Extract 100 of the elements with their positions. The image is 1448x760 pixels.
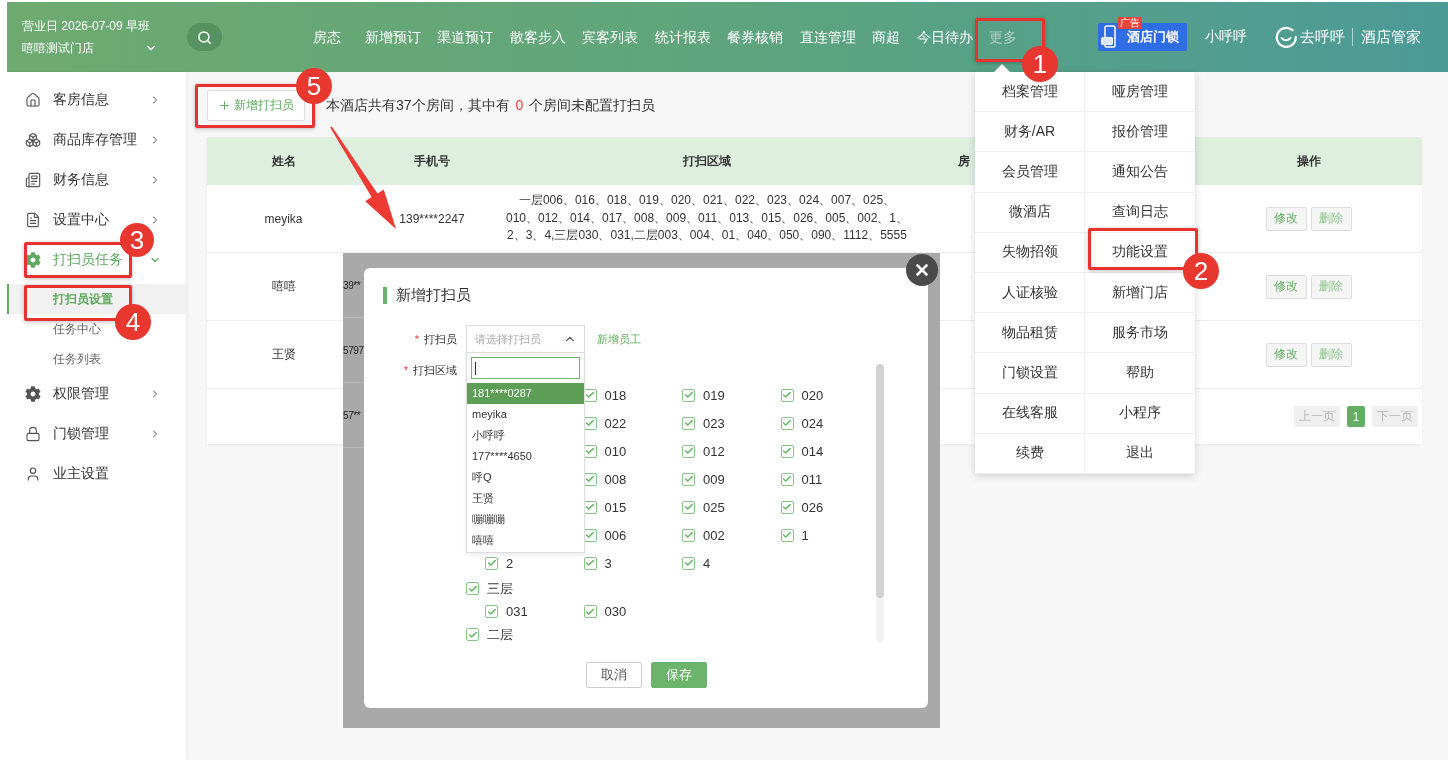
room-label: 011 [801,471,823,487]
sidebar-item[interactable]: 门锁管理 [25,424,109,444]
ad-tag: 广告 [1118,17,1142,29]
dropdown-option[interactable]: 呼Q [467,467,584,488]
checkbox[interactable] [682,528,695,542]
faded-cell-text: 5797 [343,344,364,356]
checkbox[interactable] [682,472,695,486]
cleaner-select[interactable]: 请选择打扫员 [466,325,585,353]
menu-item[interactable]: 服务市场 [1112,323,1168,342]
menu-item[interactable]: 退出 [1126,444,1154,463]
menu-item[interactable]: 在线客服 [1001,404,1058,423]
room-label: 022 [604,415,627,431]
checkbox[interactable] [780,444,794,458]
gear-icon [25,252,41,268]
menu-item[interactable]: 档案管理 [1001,82,1058,101]
menu-item[interactable]: 失物招领 [1001,243,1058,262]
plus-icon [218,99,231,112]
dropdown-option[interactable]: 嘻嘻 [467,530,584,551]
faded-cell-text: 39** [343,279,361,291]
checkbox[interactable] [583,605,597,618]
business-day-text: 营业日 2026-07-09 早班 [22,19,152,33]
menu-item[interactable]: 微酒店 [1008,203,1051,222]
column-header: 打扫区域 [683,152,731,170]
menu-item[interactable]: 功能设置 [1112,243,1168,262]
room-label: 1 [801,527,809,543]
menu-item[interactable]: 报价管理 [1112,122,1168,141]
room-label: 025 [703,499,725,515]
column-header: 手机号 [414,152,450,170]
checkbox[interactable] [682,556,695,570]
column-header: 房 [958,152,970,170]
checkbox[interactable] [485,556,498,570]
search-icon [197,29,212,45]
close-icon [913,261,931,279]
gear-icon [25,386,41,402]
checkbox[interactable] [780,500,794,514]
column-header: 姓名 [271,152,296,170]
staff-name: 嘻嘻 [271,278,296,295]
checkbox[interactable] [780,472,794,486]
dropdown-option[interactable]: meyika [467,404,584,425]
menu-item[interactable]: 新增门店 [1112,283,1168,302]
menu-item[interactable]: 物品租赁 [1001,323,1058,342]
floor-label: 三层 [487,579,513,598]
faded-cell-text: 57** [343,409,361,421]
dropdown-option[interactable]: 嘣嘣嘣 [467,509,584,530]
checkbox[interactable] [583,556,597,570]
checkbox[interactable] [682,388,695,402]
checkbox[interactable] [466,628,479,641]
checkbox[interactable] [485,605,498,618]
dropdown-option[interactable]: 小呼呼 [467,425,584,446]
room-label: 024 [801,415,824,431]
menu-item[interactable]: 续费 [1015,444,1044,463]
brand-product: 酒店管家 [1361,27,1421,47]
room-label: 030 [604,604,627,619]
checkbox[interactable] [682,444,695,458]
brand-name: 去呼呼 [1300,27,1345,47]
sidebar-item[interactable]: 权限管理 [25,384,109,404]
menu-item[interactable]: 帮助 [1126,363,1154,382]
menu-item[interactable]: 通知公告 [1112,162,1168,181]
sidebar-item[interactable]: 业主设置 [25,464,109,484]
checkbox[interactable] [682,416,695,430]
sidebar-item[interactable]: 财务信息 [25,170,109,190]
smile-logo-icon [1275,26,1297,48]
menu-item[interactable]: 人证核验 [1001,283,1058,302]
menu-item[interactable]: 哑房管理 [1112,82,1168,101]
staff-name: meyika [264,211,303,226]
search-button[interactable] [187,23,222,51]
dropdown-option[interactable]: 王贤 [467,488,584,509]
search-field[interactable] [471,357,580,379]
menu-item[interactable]: 会员管理 [1001,162,1058,181]
sidebar-subitem[interactable]: 任务列表 [53,350,101,368]
close-button[interactable] [906,254,938,286]
room-label: 008 [604,471,627,487]
checkbox[interactable] [780,528,794,542]
checkbox[interactable] [780,388,794,402]
boxes-icon [25,132,41,148]
menu-item[interactable]: 小程序 [1119,404,1161,423]
phone-card-icon [1101,25,1119,49]
room-label: 4 [703,555,711,571]
cancel-button[interactable]: 取消 [585,662,642,688]
sidebar-item[interactable]: 商品库存管理 [25,130,137,150]
sidebar-subitem[interactable]: 任务中心 [53,320,101,338]
document-icon [25,212,41,228]
checkbox[interactable] [780,416,794,430]
menu-item[interactable]: 财务/AR [1003,122,1056,141]
room-label: 015 [604,499,627,515]
room-label: 026 [801,499,824,515]
room-label: 002 [703,527,725,543]
sidebar-item[interactable]: 设置中心 [25,210,109,230]
column-header: 操作 [1296,152,1321,170]
menu-item[interactable]: 查询日志 [1112,203,1168,222]
room-label: 018 [604,387,627,403]
checkbox[interactable] [682,500,695,514]
room-label: 023 [703,415,725,431]
menu-item[interactable]: 门锁设置 [1001,363,1058,382]
room-label: 031 [506,604,528,619]
checkbox[interactable] [466,582,479,595]
floor-label: 二层 [487,625,513,643]
sidebar-item[interactable]: 客房信息 [25,90,109,110]
room-label: 012 [703,443,725,459]
dropdown-option[interactable]: 177****4650 [467,446,584,467]
